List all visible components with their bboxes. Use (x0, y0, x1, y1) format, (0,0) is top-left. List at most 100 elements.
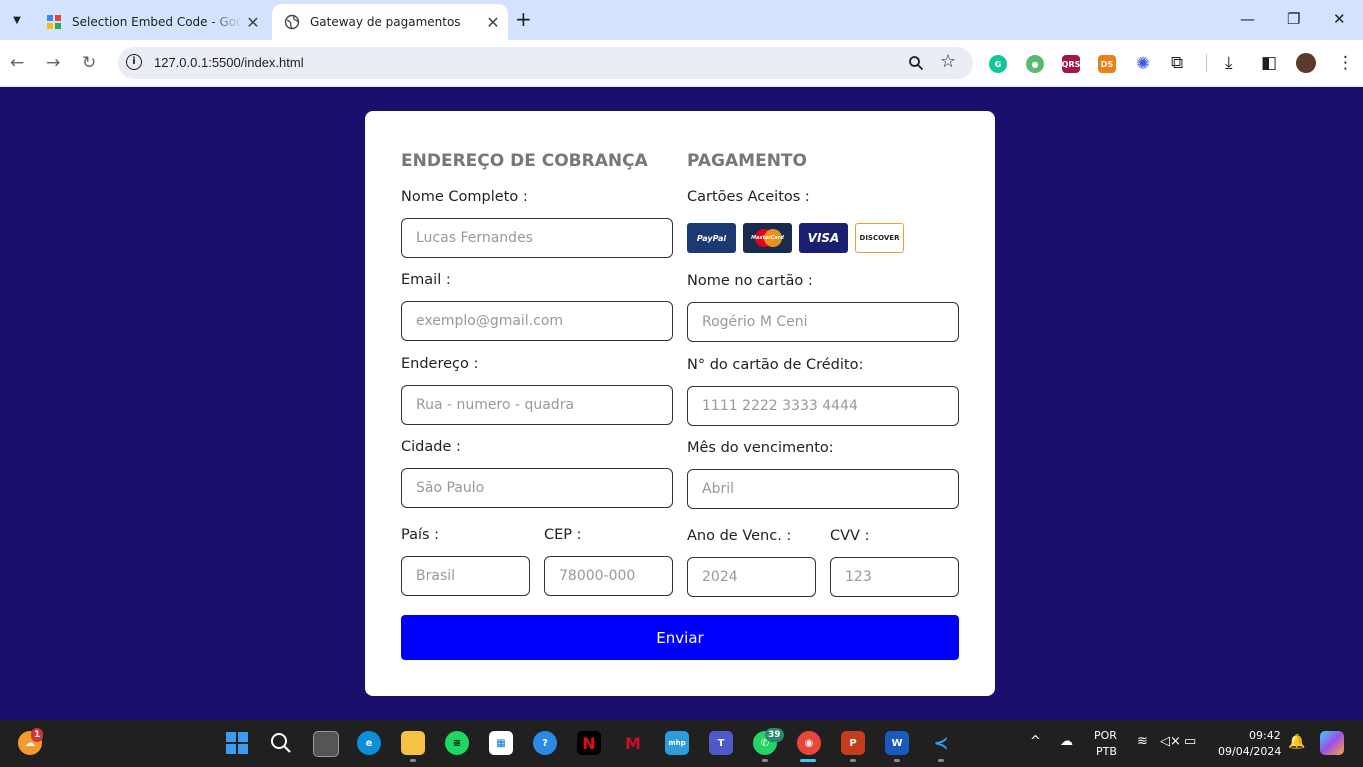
cvv-label: CVV : (830, 528, 870, 544)
powerpoint-icon[interactable]: P (841, 731, 865, 755)
teams-icon[interactable]: T (709, 731, 733, 755)
active-indicator (800, 759, 816, 762)
keyboard-layout-label[interactable]: PTB (1096, 745, 1117, 758)
accepted-cards: PayPal MasterCard VISA DISCOVER (687, 223, 904, 253)
minimize-icon[interactable]: — (1240, 10, 1255, 28)
address-label: Endereço : (401, 356, 479, 372)
close-tab-icon[interactable]: ✕ (242, 13, 264, 32)
clock-date[interactable]: 09/04/2024 (1218, 745, 1281, 758)
running-indicator (762, 759, 768, 762)
running-indicator (938, 759, 944, 762)
google-favicon-icon (47, 15, 61, 29)
country-input[interactable] (401, 556, 530, 596)
restore-icon[interactable]: ❐ (1287, 10, 1300, 28)
weather-badge: 1 (31, 728, 44, 742)
side-panel-icon[interactable]: ◧ (1261, 53, 1277, 73)
bookmark-star-icon[interactable]: ☆ (940, 51, 956, 72)
tab-title: Selection Embed Code - Google (72, 15, 242, 29)
discover-card-icon: DISCOVER (855, 223, 904, 253)
extension-robot-icon[interactable]: ● (1026, 55, 1044, 73)
new-tab-button[interactable]: + (515, 9, 532, 29)
expiry-month-input[interactable] (687, 469, 959, 509)
language-label[interactable]: POR (1094, 729, 1117, 742)
battery-icon[interactable]: ▭ (1184, 734, 1196, 749)
volume-muted-icon[interactable]: ◁× (1160, 734, 1181, 749)
netflix-icon[interactable]: N (577, 731, 601, 755)
address-bar[interactable]: i 127.0.0.1:5500/index.html ☆ (118, 47, 973, 79)
mshp-app-icon[interactable]: mhp (665, 731, 689, 755)
mastercard-card-icon: MasterCard (743, 223, 792, 253)
back-arrow-icon[interactable]: ← (10, 53, 24, 73)
zoom-icon[interactable] (908, 55, 924, 71)
vscode-icon[interactable]: ≺ (929, 731, 953, 755)
extensions-puzzle-icon[interactable]: ⧉ (1171, 53, 1183, 73)
expiry-year-input[interactable] (687, 557, 816, 597)
full-name-label: Nome Completo : (401, 189, 528, 205)
chrome-icon[interactable]: ◉ (797, 731, 821, 755)
toolbar-divider (1206, 54, 1207, 72)
start-windows-icon[interactable] (225, 731, 249, 755)
zip-input[interactable] (544, 556, 673, 596)
edge-icon[interactable]: e (357, 731, 381, 755)
full-name-input[interactable] (401, 218, 673, 258)
notification-bell-icon[interactable]: 🔔 (1288, 734, 1305, 750)
paypal-card-icon: PayPal (687, 223, 736, 253)
globe-icon (284, 14, 300, 30)
qrs-extension-icon[interactable]: QRS (1062, 55, 1080, 73)
search-icon[interactable] (269, 731, 293, 755)
running-indicator (894, 759, 900, 762)
clock-time[interactable]: 09:42 (1249, 729, 1281, 742)
city-input[interactable] (401, 468, 673, 508)
card-name-input[interactable] (687, 302, 959, 342)
task-view-icon[interactable] (313, 731, 339, 757)
close-window-icon[interactable]: ✕ (1333, 10, 1346, 28)
mcafee-icon[interactable]: M (621, 731, 645, 755)
copilot-icon[interactable] (1320, 731, 1344, 755)
help-icon[interactable]: ? (533, 731, 557, 755)
zip-label: CEP : (544, 527, 582, 543)
tray-overflow-chevron-icon[interactable]: ^ (1030, 734, 1041, 749)
close-tab-icon[interactable]: ✕ (482, 13, 504, 32)
visa-card-icon: VISA (799, 223, 848, 253)
cvv-input[interactable] (830, 557, 959, 597)
tab-gateway[interactable]: Gateway de pagamentos ✕ (272, 4, 508, 40)
billing-heading: ENDEREÇO DE COBRANÇA (401, 151, 648, 171)
settings-extension-icon[interactable]: ✺ (1134, 54, 1152, 74)
download-icon[interactable]: ⤓ (1225, 53, 1233, 73)
address-input[interactable] (401, 385, 673, 425)
country-label: País : (401, 527, 440, 543)
expiry-year-label: Ano de Venc. : (687, 528, 792, 544)
ds-extension-icon[interactable]: DS (1098, 55, 1116, 73)
tab-strip: ▼ Selection Embed Code - Google ✕ Gatewa… (0, 0, 1363, 40)
profile-avatar[interactable] (1296, 53, 1316, 73)
card-number-input[interactable] (687, 386, 959, 426)
payment-heading: PAGAMENTO (687, 151, 807, 171)
email-input[interactable] (401, 301, 673, 341)
store-icon[interactable]: ▦ (489, 731, 513, 755)
city-label: Cidade : (401, 439, 461, 455)
file-explorer-icon[interactable] (401, 731, 425, 755)
onedrive-icon[interactable]: ☁ (1060, 734, 1073, 749)
word-icon[interactable]: W (885, 731, 909, 755)
grammarly-icon[interactable]: G (989, 55, 1007, 73)
reload-icon[interactable]: ↻ (82, 53, 96, 73)
tab-selection-embed[interactable]: Selection Embed Code - Google ✕ (34, 4, 268, 40)
running-indicator (850, 759, 856, 762)
running-indicator (410, 759, 416, 762)
taskbar: ☁ 1 e ≋ ▦ ? N M mhp T ✆ 39 ◉ P W ≺ ^ ☁ P… (0, 720, 1363, 767)
forward-arrow-icon[interactable]: → (46, 53, 60, 73)
spotify-icon[interactable]: ≋ (445, 731, 469, 755)
site-info-icon[interactable]: i (126, 54, 142, 70)
wifi-icon[interactable]: ≋ (1137, 734, 1148, 749)
tab-search-button[interactable]: ▼ (5, 8, 29, 32)
card-number-label: N° do cartão de Crédito: (687, 357, 864, 373)
email-label: Email : (401, 272, 451, 288)
tab-title: Gateway de pagamentos (310, 15, 461, 29)
whatsapp-badge: 39 (765, 728, 784, 742)
more-menu-icon[interactable]: ⋮ (1337, 53, 1354, 73)
chevron-down-icon: ▼ (13, 14, 21, 26)
card-name-label: Nome no cartão : (687, 273, 813, 289)
payment-form-card: ENDEREÇO DE COBRANÇA PAGAMENTO Nome Comp… (365, 111, 995, 696)
submit-button[interactable]: Enviar (401, 615, 959, 660)
url-text[interactable]: 127.0.0.1:5500/index.html (154, 55, 304, 70)
